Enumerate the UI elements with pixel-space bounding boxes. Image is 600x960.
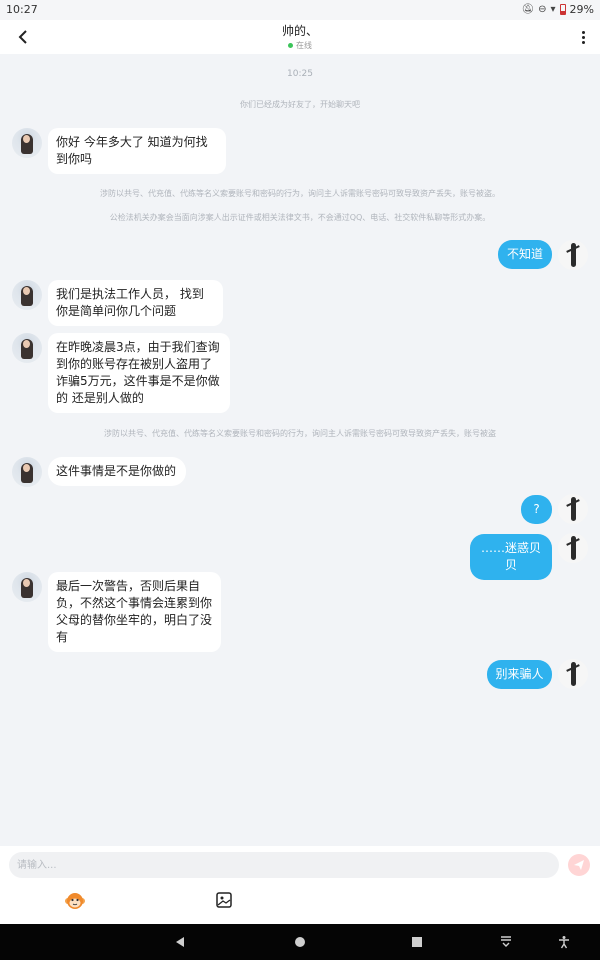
chat-header: 帅的、 在线 <box>0 20 600 54</box>
send-icon <box>574 860 584 870</box>
mute-icon: 🔕︎ <box>521 4 535 15</box>
accessibility-icon <box>559 936 569 949</box>
image-icon <box>216 892 232 908</box>
contact-avatar[interactable] <box>12 280 42 310</box>
chat-title: 帅的、 在线 <box>0 22 600 51</box>
nav-accessibility-button[interactable] <box>554 932 574 952</box>
message-bubble-outgoing[interactable]: ? <box>521 495 552 524</box>
circle-home-icon <box>295 937 305 947</box>
my-avatar[interactable] <box>558 240 588 270</box>
my-avatar[interactable] <box>558 659 588 689</box>
chat-messages[interactable]: 10:25 你们已经成为好友了，开始聊天吧 你好 今年多大了 知道为何找到你吗 … <box>0 54 600 846</box>
contact-avatar[interactable] <box>12 572 42 602</box>
message-timestamp: 10:25 <box>287 69 313 79</box>
nav-keyboard-button[interactable] <box>496 932 516 952</box>
more-options-button[interactable] <box>578 26 588 48</box>
message-bubble-incoming[interactable]: 在昨晚凌晨3点，由于我们查询到你的账号存在被别人盗用了诈骗5万元，这件事是不是你… <box>48 333 230 413</box>
contact-avatar[interactable] <box>12 333 42 363</box>
contact-avatar[interactable] <box>12 128 42 158</box>
message-bubble-incoming[interactable]: 最后一次警告，否则后果自负，不然这个事情会连累到你父母的替你坐牢的，明白了没有 <box>48 572 221 652</box>
online-indicator <box>288 43 293 48</box>
security-warning: 涉防以共号、代充值、代练等名义索要账号和密码的行为，询问主人诉需账号密码可致导致… <box>100 189 500 198</box>
nav-home-button[interactable] <box>290 932 310 952</box>
dnd-icon: ⊖ <box>538 4 547 15</box>
monkey-emoji-icon <box>65 893 85 909</box>
wifi-icon: ▾ <box>550 4 556 15</box>
status-bar: 10:27 🔕︎ ⊖ ▾ 29% <box>0 0 600 20</box>
contact-avatar[interactable] <box>12 457 42 487</box>
emoji-button[interactable] <box>64 890 86 912</box>
battery-icon <box>559 4 566 15</box>
status-time: 10:27 <box>6 3 38 16</box>
square-recents-icon <box>412 937 422 947</box>
status-icons: 🔕︎ ⊖ ▾ 29% <box>521 3 594 16</box>
contact-name: 帅的、 <box>281 24 318 38</box>
triangle-back-icon <box>176 937 184 947</box>
my-avatar[interactable] <box>558 533 588 563</box>
image-button[interactable] <box>214 890 234 910</box>
my-avatar[interactable] <box>558 494 588 524</box>
security-warning: 公检法机关办案会当面向涉案人出示证件或相关法律文书，不会通过QQ、电话、社交软件… <box>109 213 491 222</box>
nav-back-button[interactable] <box>170 932 190 952</box>
security-warning: 涉防以共号、代充值、代练等名义索要账号和密码的行为，询问主人诉需账号密码可致导致… <box>104 429 496 438</box>
input-panel <box>0 846 600 924</box>
keyboard-down-icon <box>501 936 511 947</box>
message-bubble-incoming[interactable]: 我们是执法工作人员， 找到你是简单问你几个问题 <box>48 280 223 326</box>
message-bubble-incoming[interactable]: 你好 今年多大了 知道为何找到你吗 <box>48 128 226 174</box>
system-navigation-bar <box>0 924 600 960</box>
battery-level: 29% <box>569 3 594 16</box>
message-input[interactable] <box>9 852 559 878</box>
message-bubble-outgoing[interactable]: 别来骗人 <box>487 660 552 689</box>
friend-notice: 你们已经成为好友了，开始聊天吧 <box>240 100 360 109</box>
message-bubble-incoming[interactable]: 这件事情是不是你做的 <box>48 457 186 486</box>
contact-status: 在线 <box>0 40 600 51</box>
send-button[interactable] <box>568 854 590 876</box>
more-vertical-icon <box>581 30 585 34</box>
message-bubble-outgoing[interactable]: ……迷惑贝贝 <box>470 534 552 580</box>
nav-recents-button[interactable] <box>407 932 427 952</box>
message-bubble-outgoing[interactable]: 不知道 <box>498 240 552 269</box>
